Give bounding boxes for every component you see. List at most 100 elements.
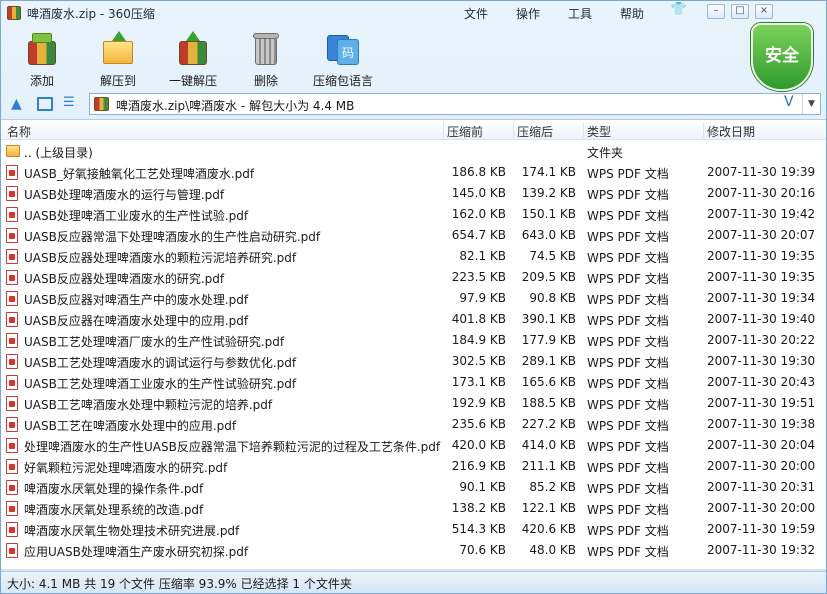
file-size-before: 420.0 KB: [451, 438, 506, 452]
file-row[interactable]: 啤酒废水厌氧处理系统的改造.pdf 138.2 KB 122.1 KB WPS PDF…: [1, 498, 826, 519]
file-row[interactable]: UASB处理啤酒废水的运行与管理.pdf 145.0 KB 139.2 KB WPS …: [1, 183, 826, 204]
file-name: UASB工艺处理啤酒厂废水的生产性试验研究.pdf: [24, 335, 285, 349]
file-size-before: 82.1 KB: [459, 249, 506, 263]
skin-shirt-icon[interactable]: 👕: [670, 3, 688, 19]
pdf-file-icon: [6, 270, 18, 285]
file-size-before: 192.9 KB: [451, 396, 506, 410]
file-row[interactable]: UASB工艺啤酒废水处理中颗粒污泥的培养.pdf 192.9 KB 188.5 KB…: [1, 393, 826, 414]
delete-button[interactable]: 删除: [246, 31, 286, 89]
file-modified-date: 2007-11-30 19:51: [707, 396, 816, 410]
up-arrow-icon[interactable]: ▲: [11, 97, 27, 111]
file-row[interactable]: 处理啤酒废水的生产性UASB反应器常温下培养颗粒污泥的过程及工艺条件.pdf 42…: [1, 435, 826, 456]
file-name: UASB工艺处理啤酒废水的调试运行与参数优化.pdf: [24, 356, 297, 370]
menu-tools[interactable]: 工具: [568, 5, 592, 22]
file-row[interactable]: UASB工艺处理啤酒工业废水的生产性试验研究.pdf 173.1 KB 165.6 …: [1, 372, 826, 393]
view-mode-icon[interactable]: [37, 97, 53, 111]
folder-icon: [6, 145, 20, 157]
add-button[interactable]: 添加: [19, 31, 65, 89]
pdf-file-icon: [6, 249, 18, 264]
minimize-button[interactable]: –: [707, 4, 725, 19]
address-chevron-icon[interactable]: V: [784, 94, 794, 110]
pdf-file-icon: [6, 459, 18, 474]
file-type: WPS PDF 文档: [587, 209, 669, 223]
delete-label: 删除: [253, 74, 278, 88]
file-modified-date: 2007-11-30 20:31: [707, 480, 816, 494]
file-row[interactable]: UASB反应器常温下处理啤酒废水的生产性启动研究.pdf 654.7 KB 643.…: [1, 225, 826, 246]
column-header-date[interactable]: 修改日期: [707, 123, 755, 140]
file-row[interactable]: UASB反应器在啤酒废水处理中的应用.pdf 401.8 KB 390.1 KB WP…: [1, 309, 826, 330]
address-path: 啤酒废水.zip\啤酒废水 - 解包大小为 4.4 MB: [116, 99, 355, 113]
file-modified-date: 2007-11-30 19:35: [707, 270, 816, 284]
file-modified-date: 2007-11-30 19:38: [707, 417, 816, 431]
security-shield-badge[interactable]: 安全: [751, 23, 813, 91]
file-type: WPS PDF 文档: [587, 167, 669, 181]
column-header-name[interactable]: 名称: [7, 123, 31, 140]
file-modified-date: 2007-11-30 20:04: [707, 438, 816, 452]
list-view-icon[interactable]: ☰: [63, 96, 79, 111]
file-type: WPS PDF 文档: [587, 188, 669, 202]
file-modified-date: 2007-11-30 19:59: [707, 522, 816, 536]
pdf-file-icon: [6, 333, 18, 348]
file-size-before: 173.1 KB: [451, 375, 506, 389]
file-size-before: 162.0 KB: [451, 207, 506, 221]
file-row[interactable]: 应用UASB处理啤酒生产废水研究初探.pdf 70.6 KB 48.0 KB WPS …: [1, 540, 826, 561]
column-header-type[interactable]: 类型: [587, 123, 611, 140]
file-row[interactable]: UASB处理啤酒工业废水的生产性试验.pdf 162.0 KB 150.1 KB WP…: [1, 204, 826, 225]
column-header-after[interactable]: 压缩后: [517, 123, 553, 140]
file-type: WPS PDF 文档: [587, 440, 669, 454]
pdf-file-icon: [6, 543, 18, 558]
file-row[interactable]: 啤酒废水厌氧处理的操作条件.pdf 90.1 KB 85.2 KB WPS PDF 文…: [1, 477, 826, 498]
file-row[interactable]: UASB反应器处理啤酒废水的颗粒污泥培养研究.pdf 82.1 KB 74.5 KB…: [1, 246, 826, 267]
column-header-before[interactable]: 压缩前: [447, 123, 483, 140]
file-row[interactable]: UASB工艺在啤酒废水处理中的应用.pdf 235.6 KB 227.2 KB WPS…: [1, 414, 826, 435]
file-row[interactable]: UASB_好氧接触氧化工艺处理啤酒废水.pdf 186.8 KB 174.1 KB W…: [1, 162, 826, 183]
file-row[interactable]: UASB反应器对啤酒生产中的废水处理.pdf 97.9 KB 90.8 KB WPS …: [1, 288, 826, 309]
file-name: UASB反应器处理啤酒废水的颗粒污泥培养研究.pdf: [24, 251, 297, 265]
parent-dir-name: .. (上级目录): [24, 146, 93, 160]
pdf-file-icon: [6, 501, 18, 516]
file-size-before: 70.6 KB: [459, 543, 506, 557]
file-size-after: 414.0 KB: [521, 438, 576, 452]
address-dropdown-button[interactable]: ▼: [802, 94, 820, 114]
one-click-extract-button[interactable]: 一键解压: [167, 31, 219, 89]
file-name: UASB工艺处理啤酒工业废水的生产性试验研究.pdf: [24, 377, 297, 391]
file-name: UASB_好氧接触氧化工艺处理啤酒废水.pdf: [24, 167, 255, 181]
file-size-before: 302.5 KB: [451, 354, 506, 368]
file-row[interactable]: UASB反应器处理啤酒废水的研究.pdf 223.5 KB 209.5 KB WPS …: [1, 267, 826, 288]
parent-dir-row[interactable]: .. (上级目录) 文件夹: [1, 141, 826, 162]
list-header: 名称 压缩前 压缩后 类型 修改日期: [1, 120, 826, 140]
menu-help[interactable]: 帮助: [620, 5, 644, 22]
archive-language-button[interactable]: 码 压缩包语言: [311, 31, 375, 89]
maximize-button[interactable]: □: [731, 4, 749, 19]
file-list[interactable]: 名称 压缩前 压缩后 类型 修改日期 .. (上级目录) 文件夹 UASB_好氧…: [1, 119, 826, 569]
app-window: 啤酒废水.zip - 360压缩 文件 操作 工具 帮助 👕 – □ × 添加 …: [0, 0, 827, 594]
file-size-after: 85.2 KB: [529, 480, 576, 494]
file-type: WPS PDF 文档: [587, 230, 669, 244]
file-size-before: 90.1 KB: [459, 480, 506, 494]
menu-operation[interactable]: 操作: [516, 5, 540, 22]
title-bar: 啤酒废水.zip - 360压缩 文件 操作 工具 帮助 👕 – □ ×: [1, 1, 826, 25]
window-title: 啤酒废水.zip - 360压缩: [27, 7, 155, 21]
file-type: WPS PDF 文档: [587, 503, 669, 517]
file-modified-date: 2007-11-30 19:34: [707, 291, 816, 305]
file-size-after: 122.1 KB: [521, 501, 576, 515]
file-modified-date: 2007-11-30 19:30: [707, 354, 816, 368]
file-name: UASB工艺在啤酒废水处理中的应用.pdf: [24, 419, 237, 433]
file-type: WPS PDF 文档: [587, 398, 669, 412]
menu-file[interactable]: 文件: [464, 5, 488, 22]
file-row[interactable]: UASB工艺处理啤酒废水的调试运行与参数优化.pdf 302.5 KB 289.1 …: [1, 351, 826, 372]
file-row[interactable]: 啤酒废水厌氧生物处理技术研究进展.pdf 514.3 KB 420.6 KB WPS …: [1, 519, 826, 540]
file-row[interactable]: UASB工艺处理啤酒厂废水的生产性试验研究.pdf 184.9 KB 177.9 K…: [1, 330, 826, 351]
extract-to-button[interactable]: 解压到: [95, 31, 141, 89]
file-size-after: 420.6 KB: [521, 522, 576, 536]
file-size-before: 401.8 KB: [451, 312, 506, 326]
file-modified-date: 2007-11-30 20:00: [707, 459, 816, 473]
file-row[interactable]: 好氧颗粒污泥处理啤酒废水的研究.pdf 216.9 KB 211.1 KB WPS P…: [1, 456, 826, 477]
address-bar[interactable]: 啤酒废水.zip\啤酒废水 - 解包大小为 4.4 MB V ▼: [89, 93, 821, 115]
file-type: WPS PDF 文档: [587, 293, 669, 307]
file-size-before: 216.9 KB: [451, 459, 506, 473]
file-type: WPS PDF 文档: [587, 251, 669, 265]
close-button[interactable]: ×: [755, 4, 773, 19]
file-size-after: 227.2 KB: [521, 417, 576, 431]
file-modified-date: 2007-11-30 20:00: [707, 501, 816, 515]
